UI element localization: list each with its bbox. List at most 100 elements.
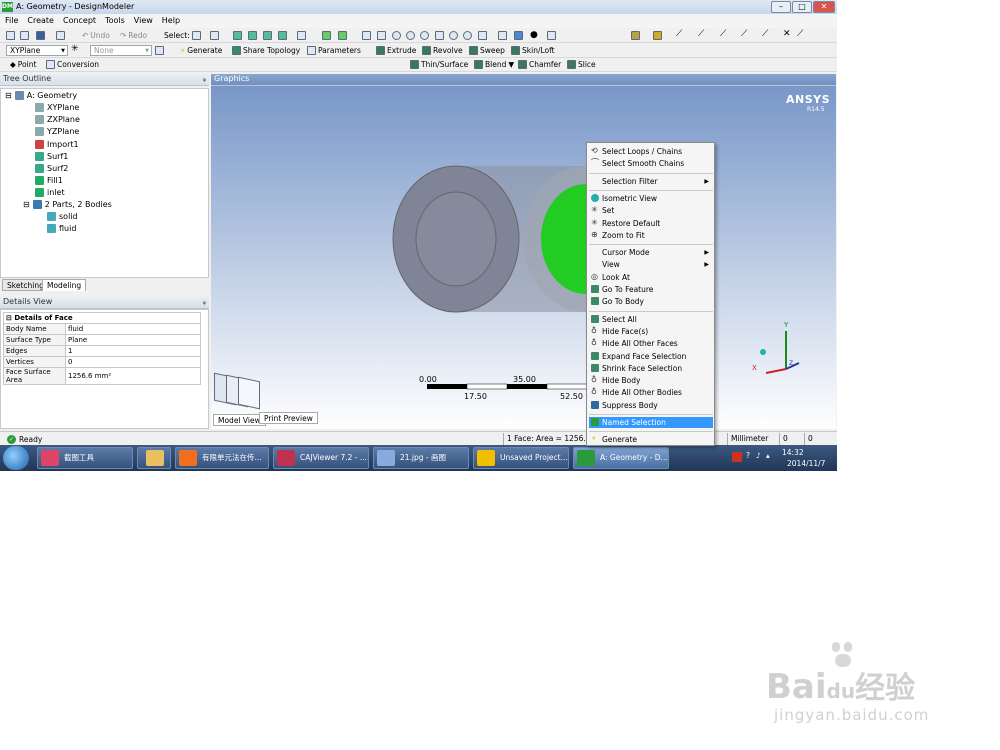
edge-tool-2-icon[interactable]: ⟋ — [698, 29, 704, 39]
open-icon[interactable] — [20, 31, 29, 40]
display-edges-icon[interactable] — [653, 31, 662, 40]
minimize-button[interactable]: – — [771, 1, 791, 13]
menu-item-suppress-body[interactable]: Suppress Body — [589, 400, 713, 411]
tree-item-fluid[interactable]: fluid — [47, 224, 76, 233]
fit-icon[interactable] — [478, 31, 487, 40]
menu-tools[interactable]: Tools — [100, 14, 129, 25]
tree-item-xyplane[interactable]: XYPlane — [35, 103, 79, 112]
menu-item-select-smooth-chains[interactable]: ⌒ Select Smooth Chains — [589, 158, 713, 169]
menu-item-hide-body[interactable]: ♁ Hide Body — [589, 375, 713, 386]
color-by-body-icon[interactable] — [631, 31, 640, 40]
graphics-viewport[interactable]: ANSYS R14.5 0.00 35.00 17.50 52.50 Y X Z — [211, 86, 836, 429]
collapse-icon[interactable]: ⊟ — [5, 91, 12, 100]
skin-loft-button[interactable]: Skin/Loft — [511, 46, 555, 55]
menu-concept[interactable]: Concept — [58, 14, 100, 25]
view-thumbnails[interactable] — [214, 372, 262, 410]
edge-tool-3-icon[interactable]: ⟋ — [720, 29, 726, 39]
detail-value[interactable]: 1256.6 mm² — [65, 367, 201, 385]
zoom-out-icon[interactable] — [463, 31, 472, 40]
volume-icon[interactable]: ♪ — [756, 451, 761, 460]
table-row[interactable]: Edges 1 — [3, 345, 201, 357]
tree-item-inlet[interactable]: inlet — [35, 188, 65, 197]
select-filter-icon[interactable] — [210, 31, 219, 40]
look-at-icon[interactable] — [547, 31, 556, 40]
conversion-button[interactable]: Conversion — [46, 60, 99, 69]
new-icon[interactable] — [6, 31, 15, 40]
pin-icon[interactable]: ✕ — [783, 29, 791, 39]
menu-item-generate[interactable]: ⚡ Generate — [589, 434, 713, 445]
menu-item-select-all[interactable]: Select All — [589, 314, 713, 325]
parameters-button[interactable]: Parameters — [307, 46, 361, 55]
menu-item-selection-filter[interactable]: Selection Filter ▶ — [589, 176, 713, 187]
task-cajviewer[interactable]: CAJViewer 7.2 - ... — [273, 447, 369, 469]
table-row[interactable]: Body Name fluid — [3, 323, 201, 335]
menu-create[interactable]: Create — [22, 14, 58, 25]
task-paint[interactable]: 21.jpg - 画图 — [373, 447, 469, 469]
menu-item-zoom-to-fit[interactable]: ⊕ Zoom to Fit — [589, 230, 713, 241]
magnifier-icon[interactable] — [435, 31, 444, 40]
tree-item-import1[interactable]: Import1 — [35, 140, 79, 149]
sketch-select[interactable]: None — [90, 45, 152, 56]
tab-print-preview[interactable]: Print Preview — [259, 412, 318, 424]
slice-button[interactable]: Slice — [567, 60, 596, 69]
clock-date[interactable]: 2014/11/7 — [787, 459, 825, 468]
select-all-icon[interactable] — [322, 31, 331, 40]
new-sketch-icon[interactable] — [155, 46, 164, 55]
box-zoom-icon[interactable] — [406, 31, 415, 40]
tab-model-view[interactable]: Model View — [213, 414, 266, 426]
table-row[interactable]: Face Surface Area 1256.6 mm² — [3, 367, 201, 385]
edge-tool-4-icon[interactable]: ⟋ — [741, 29, 747, 39]
detail-value[interactable]: 0 — [65, 356, 201, 368]
tree-item-solid[interactable]: solid — [47, 212, 78, 221]
blend-button[interactable]: Blend ▼ — [474, 60, 514, 69]
revolve-button[interactable]: Revolve — [422, 46, 463, 55]
detail-value[interactable]: Plane — [65, 334, 201, 346]
collapse-icon[interactable]: ⊟ — [23, 200, 30, 209]
menu-item-hide-all-other-bodies[interactable]: ♁ Hide All Other Bodies — [589, 387, 713, 398]
tray-app-icon[interactable] — [732, 452, 742, 462]
extrude-button[interactable]: Extrude — [376, 46, 416, 55]
tree-root[interactable]: ⊟ A: Geometry — [5, 91, 77, 100]
menu-help[interactable]: Help — [157, 14, 184, 25]
edge-tool-5-icon[interactable]: ⟋ — [762, 29, 768, 39]
zoom-fit-icon[interactable] — [420, 31, 429, 40]
tab-modeling[interactable]: Modeling — [42, 279, 87, 291]
menu-file[interactable]: File — [0, 14, 22, 25]
menu-item-go-to-feature[interactable]: Go To Feature — [589, 284, 713, 295]
help-icon[interactable]: ? — [746, 451, 750, 460]
zoom-icon[interactable] — [392, 31, 401, 40]
table-row[interactable]: Surface Type Plane — [3, 334, 201, 346]
pan-icon[interactable] — [377, 31, 386, 40]
close-button[interactable]: ✕ — [813, 1, 835, 13]
menu-item-look-at[interactable]: ◎ Look At — [589, 272, 713, 283]
select-points-icon[interactable] — [233, 31, 242, 40]
menu-item-select-loops-chains[interactable]: ⟲ Select Loops / Chains — [589, 146, 713, 157]
start-button[interactable] — [3, 446, 29, 470]
select-faces-icon[interactable] — [263, 31, 272, 40]
status-units[interactable]: Millimeter — [727, 433, 777, 445]
edge-tool-6-icon[interactable]: ⟋ — [797, 29, 803, 39]
thin-surface-button[interactable]: Thin/Surface — [410, 60, 468, 69]
menu-item-isometric-view[interactable]: Isometric View — [589, 193, 713, 204]
plane-select[interactable]: XYPlane — [6, 45, 68, 56]
cylinder-inner-face[interactable] — [415, 191, 497, 287]
share-topology-button[interactable]: Share Topology — [232, 46, 300, 55]
maximize-button[interactable]: □ — [792, 1, 812, 13]
point-button[interactable]: ◆ Point — [10, 60, 36, 69]
menu-item-set[interactable]: ✳ Set — [589, 205, 713, 216]
chamfer-button[interactable]: Chamfer — [518, 60, 561, 69]
clock-time[interactable]: 14:32 — [782, 448, 804, 457]
select-bodies-icon[interactable] — [278, 31, 287, 40]
menu-item-cursor-mode[interactable]: Cursor Mode ▶ — [589, 247, 713, 258]
select-edges-icon[interactable] — [248, 31, 257, 40]
network-icon[interactable]: ▴ — [766, 451, 770, 460]
task-designmodeler[interactable]: A: Geometry - D... — [573, 447, 669, 469]
display-icon[interactable] — [514, 31, 523, 40]
menu-item-hide-all-other-faces[interactable]: ♁ Hide All Other Faces — [589, 338, 713, 349]
tree-item-fill1[interactable]: Fill1 — [35, 176, 63, 185]
rotate-icon[interactable] — [362, 31, 371, 40]
sweep-button[interactable]: Sweep — [469, 46, 505, 55]
collapse-icon[interactable]: ⊟ — [6, 314, 12, 322]
tree-item-surf1[interactable]: Surf1 — [35, 152, 68, 161]
select-mode-icon[interactable] — [192, 31, 201, 40]
